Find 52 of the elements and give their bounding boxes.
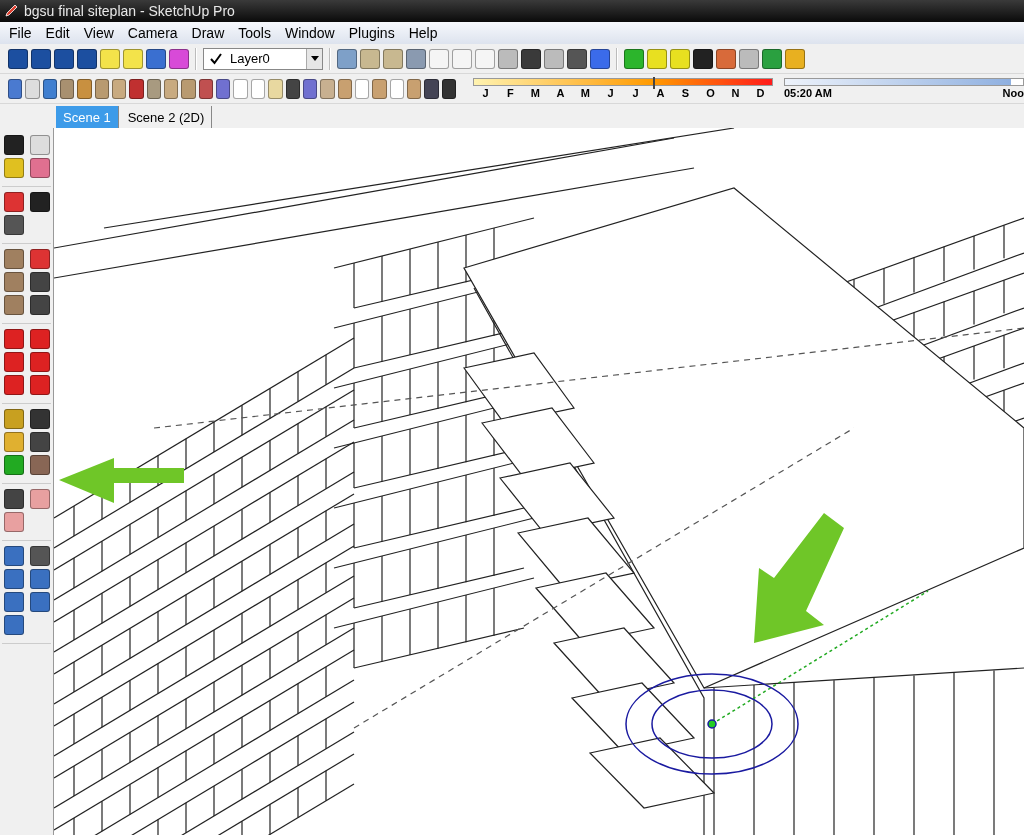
toolbar-icon[interactable]: [590, 48, 610, 69]
time-label: 05:20 AM: [783, 87, 832, 99]
month-slider[interactable]: [472, 78, 773, 86]
month-label: O: [705, 87, 716, 99]
check-icon: [210, 52, 222, 65]
layer-dropdown[interactable]: Layer0: [203, 47, 323, 70]
menu-item[interactable]: Window: [277, 25, 342, 41]
toolbar-icon[interactable]: [31, 48, 51, 69]
time-slider[interactable]: [783, 78, 1024, 86]
month-label: J: [606, 87, 615, 99]
toolbar-icon[interactable]: [302, 78, 318, 99]
month-label: A: [555, 87, 566, 99]
month-label: J: [631, 87, 640, 99]
menu-item[interactable]: Tools: [231, 25, 278, 41]
month-label: D: [755, 87, 766, 99]
month-label: M: [529, 87, 541, 99]
month-label: N: [730, 87, 741, 99]
month-label: J: [481, 87, 490, 99]
toolbar-icon[interactable]: [441, 78, 456, 99]
menu-item[interactable]: Plugins: [341, 25, 402, 41]
toolbar-icon[interactable]: [42, 78, 58, 99]
toolbar-icon[interactable]: [8, 48, 28, 69]
pencil-icon: [4, 4, 18, 18]
menu-item[interactable]: View: [76, 25, 121, 41]
toolbar-icon[interactable]: [216, 78, 231, 99]
toolbar-icon[interactable]: [567, 48, 587, 69]
month-label: M: [579, 87, 591, 99]
toolbar-icon[interactable]: [521, 48, 541, 69]
toolbar-icon[interactable]: [169, 48, 189, 69]
toolbar-icon[interactable]: [54, 48, 74, 69]
toolbar-icon[interactable]: [129, 78, 144, 99]
window-title: bgsu final siteplan - SketchUp Pro: [24, 3, 235, 19]
month-label: F: [506, 87, 515, 99]
toolbar-icon[interactable]: [693, 48, 713, 69]
month-label: A: [655, 87, 666, 99]
toolbar-icon[interactable]: [716, 48, 736, 69]
caret-icon: [310, 56, 319, 61]
toolbar-icon[interactable]: [762, 48, 782, 69]
toolbar-icon[interactable]: [77, 48, 97, 69]
toolbar-icon[interactable]: [424, 78, 439, 99]
slider-thumb[interactable]: [652, 77, 655, 89]
menu-item[interactable]: Edit: [38, 25, 77, 41]
month-label: S: [680, 87, 691, 99]
toolbar-icon[interactable]: [285, 78, 300, 99]
time-label: Noo: [1002, 87, 1024, 99]
menu-item[interactable]: File: [2, 25, 39, 41]
menu-item[interactable]: Help: [401, 25, 445, 41]
menu-item[interactable]: Draw: [184, 25, 232, 41]
menu-item[interactable]: Camera: [120, 25, 185, 41]
toolbar-icon[interactable]: [198, 78, 214, 99]
toolbar-icon[interactable]: [8, 78, 23, 99]
toolbar-icon[interactable]: [146, 48, 166, 69]
